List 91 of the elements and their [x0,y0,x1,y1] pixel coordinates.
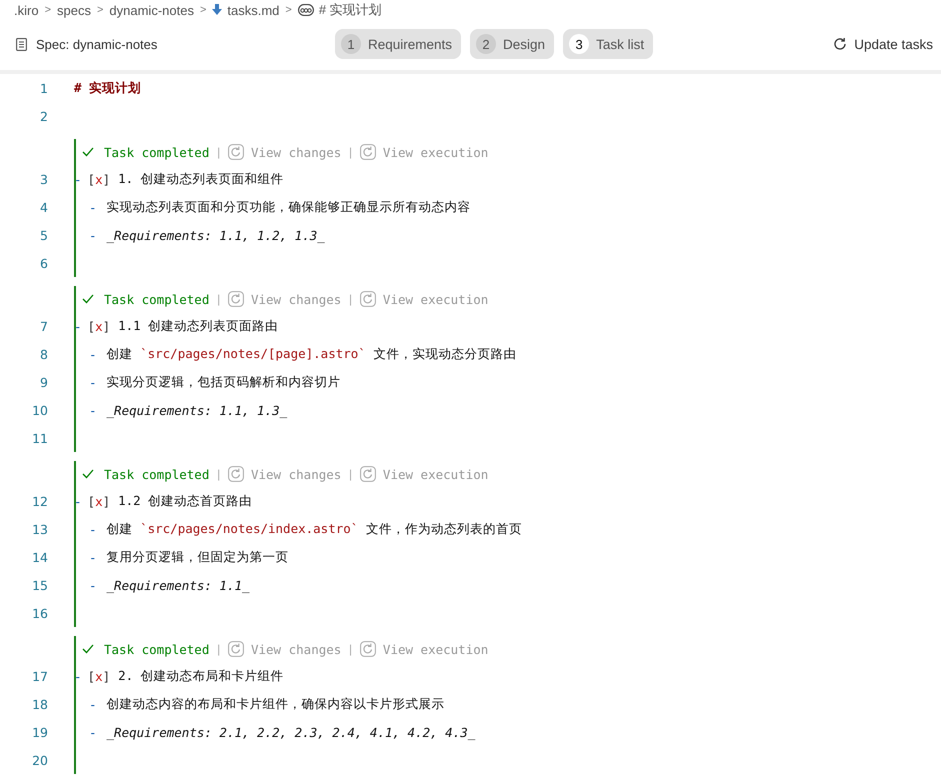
checkmark-icon [82,644,94,654]
list-marker: - [89,522,97,536]
task-status: Task completed [104,642,210,656]
separator: | [215,292,222,306]
bullet-text: 复用分页逻辑，但固定为第一页 [106,548,289,566]
breadcrumb-separator: > [200,4,206,16]
list-marker: - [89,724,97,740]
list-marker: - [74,668,82,684]
task-title: 1. 创建动态列表页面和组件 [118,170,284,188]
checkmark-icon [82,147,94,157]
breadcrumb-separator: > [44,4,51,16]
refresh-icon [360,641,376,657]
line-number: 5 [39,228,48,242]
line-number: 1 [39,80,48,96]
line-number: 16 [31,606,48,620]
breadcrumb-item[interactable]: .kiro [14,2,39,18]
task-title: 1.2 创建动态首页路由 [118,492,252,510]
line-number: 4 [39,200,48,214]
line-number: 10 [31,402,48,418]
document-icon [16,38,27,50]
separator: | [347,642,354,656]
text-symbol-icon [298,4,314,16]
separator: | [347,468,354,480]
line-number: 11 [31,430,48,446]
list-marker: - [89,402,97,418]
heading-text: # 实现计划 [74,80,142,96]
line-number: 20 [31,752,48,768]
task-title: 2. 创建动态布局和卡片组件 [118,668,284,684]
step-tab[interactable]: 2 Design [470,29,554,59]
breadcrumb-item[interactable]: tasks.md [227,2,280,18]
bullet-text: _Requirements: 1.1_ [106,578,250,592]
line-number: 19 [31,724,48,740]
bullet-text: 创建 `src/pages/notes/index.astro` 文件，作为动态列表的首页 [106,520,522,538]
checkmark-icon [82,469,94,479]
separator: | [215,642,222,656]
refresh-icon [833,37,848,51]
breadcrumb-item[interactable]: specs [57,2,91,18]
line-number: 15 [31,578,48,592]
task-title: 1.1 创建动态列表页面路由 [118,318,278,334]
line-number: 18 [31,696,48,712]
checkmark-icon [82,294,94,304]
line-number: 14 [31,550,48,564]
refresh-icon [228,144,244,160]
bullet-text: 创建动态内容的布局和卡片组件，确保内容以卡片形式展示 [106,696,445,712]
breadcrumb-item[interactable]: dynamic-notes [109,2,194,18]
task-status: Task completed [104,144,210,160]
refresh-icon [360,144,376,160]
separator: | [215,146,222,158]
list-marker: - [89,200,97,214]
separator: | [215,468,222,480]
line-number: 12 [31,494,48,508]
list-marker: - [89,550,97,564]
bullet-text: 创建 `src/pages/notes/[page].astro` 文件，实现动态分页路由 [106,346,516,362]
line-number: 3 [39,172,48,186]
list-marker: - [89,696,97,712]
bullet-text: 实现分页逻辑，包括页码解析和内容切片 [106,374,341,390]
bullet-text: _Requirements: 2.1, 2.2, 2.3, 2.4, 4.1, 4.2, 4.3_ [106,724,476,740]
task-status: Task completed [104,292,210,306]
list-marker: - [89,374,97,390]
breadcrumb-separator: > [96,4,104,16]
line-number: 13 [31,522,48,536]
spec-title: Spec: dynamic-notes [36,36,158,52]
list-marker: - [89,578,97,592]
line-number: 7 [39,318,48,334]
list-marker: - [74,172,82,186]
refresh-icon [228,641,244,657]
list-marker: - [89,228,97,242]
breadcrumb-item[interactable]: # 实现计划 [318,1,382,19]
bullet-text: 实现动态列表页面和分页功能，确保能够正确显示所有动态内容 [106,198,471,216]
line-number: 17 [31,668,48,684]
separator: | [347,292,354,306]
line-number: 8 [39,346,48,362]
list-marker: - [74,494,82,508]
line-number: 9 [39,374,48,390]
line-number: 6 [39,256,48,270]
step-tab[interactable]: 1 Requirements [335,29,462,59]
bullet-text: _Requirements: 1.1, 1.3_ [106,402,288,418]
step-tab[interactable]: 3 Task list [563,29,654,59]
refresh-icon [228,466,244,482]
separator: | [347,146,354,158]
refresh-icon [360,291,376,307]
line-number: 2 [39,108,48,124]
list-marker: - [89,346,97,362]
task-status: Task completed [104,466,210,482]
update-tasks-button[interactable]: Update tasks [833,36,933,52]
list-marker: - [74,318,82,334]
refresh-icon [360,466,376,482]
breadcrumb-separator: > [285,4,292,16]
refresh-icon [228,291,244,307]
download-arrow-icon [212,4,222,16]
bullet-text: _Requirements: 1.1, 1.2, 1.3_ [106,228,325,242]
